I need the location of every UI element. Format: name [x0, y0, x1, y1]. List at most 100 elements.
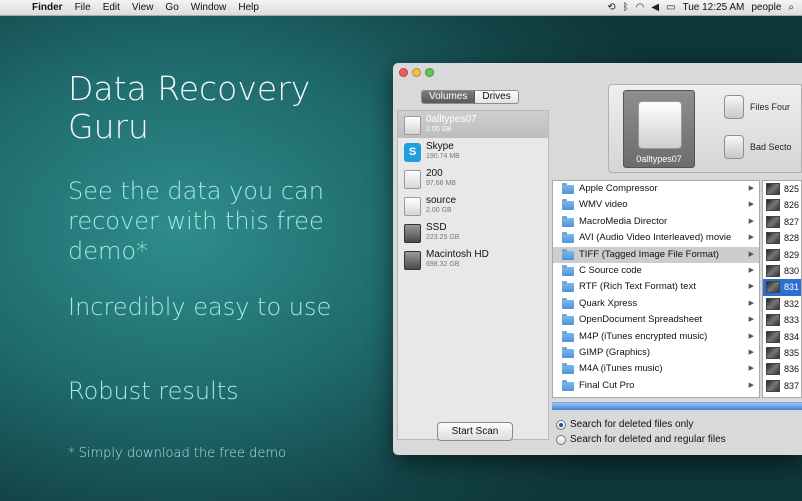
list-item[interactable]: 837 — [763, 378, 801, 394]
folder-icon — [562, 379, 574, 391]
list-item[interactable]: 830 — [763, 263, 801, 279]
zoom-button[interactable] — [425, 68, 434, 77]
list-item[interactable]: 833 — [763, 312, 801, 328]
files-found-stat: Files Four — [724, 95, 790, 119]
file-type-label: AVI (Audio Video Interleaved) movie — [579, 232, 732, 244]
option-deleted-only[interactable]: Search for deleted files only — [556, 417, 726, 432]
list-item[interactable]: MacroMedia Director ▶ — [553, 214, 759, 230]
menu-window[interactable]: Window — [185, 2, 233, 13]
bad-sectors-label: Bad Secto — [750, 142, 792, 152]
volume-size: 190.74 MB — [426, 153, 460, 160]
volume-size: 97.66 MB — [426, 180, 456, 187]
list-item[interactable]: 827 — [763, 214, 801, 230]
radio-button[interactable] — [556, 419, 566, 430]
bad-sectors-stat: Bad Secto — [724, 135, 792, 159]
list-item[interactable]: RTF (Rich Text Format) text ▶ — [553, 279, 759, 295]
menu-view[interactable]: View — [126, 2, 160, 13]
close-button[interactable] — [399, 68, 408, 77]
menu-help[interactable]: Help — [232, 2, 265, 13]
volume-item[interactable]: Macintosh HD 698.32 GB — [398, 246, 548, 273]
status-area: ⟲ ᛒ ◠ ◀ ▭ Tue 12:25 AM people ⌕ — [607, 2, 802, 13]
hard-disk-icon — [404, 197, 421, 216]
chevron-right-icon: ▶ — [748, 316, 754, 324]
time-machine-icon[interactable]: ⟲ — [607, 2, 615, 13]
volume-item[interactable]: 200 97.66 MB — [398, 165, 548, 192]
chevron-right-icon: ▶ — [748, 250, 754, 258]
file-number: 830 — [784, 265, 800, 276]
promo-title: Data Recovery Guru — [68, 69, 311, 146]
image-thumbnail — [766, 232, 780, 245]
tab-drives[interactable]: Drives — [475, 91, 518, 103]
list-item[interactable]: GIMP (Graphics) ▶ — [553, 345, 759, 361]
source-tabs: Volumes Drives — [421, 90, 519, 104]
file-type-label: M4P (iTunes encrypted music) — [579, 330, 708, 342]
file-type-label: RTF (Rich Text Format) text — [579, 281, 696, 293]
chevron-right-icon: ▶ — [748, 348, 754, 356]
start-scan-button[interactable]: Start Scan — [437, 422, 513, 441]
list-item[interactable]: 832 — [763, 296, 801, 312]
volume-name: Macintosh HD — [426, 249, 489, 260]
image-thumbnail — [766, 281, 780, 294]
image-thumbnail — [766, 379, 780, 392]
list-item[interactable]: C Source code ▶ — [553, 263, 759, 279]
chevron-right-icon: ▶ — [748, 283, 754, 291]
list-item[interactable]: 825 — [763, 181, 801, 197]
folder-icon — [562, 297, 574, 309]
folder-icon — [562, 183, 574, 194]
file-number: 833 — [784, 315, 800, 326]
selected-drive[interactable]: 0alltypes07 — [623, 90, 695, 168]
list-item[interactable]: Apple Compressor ▶ — [553, 181, 759, 197]
menu-file[interactable]: File — [69, 2, 97, 13]
clock[interactable]: Tue 12:25 AM — [682, 2, 744, 13]
menu-go[interactable]: Go — [159, 2, 184, 13]
spotlight-search-icon[interactable]: ⌕ — [788, 2, 794, 13]
list-item[interactable]: 826 — [763, 197, 801, 213]
volume-size: 698.32 GB — [426, 261, 460, 268]
menu-app-finder[interactable]: Finder — [26, 2, 69, 13]
menu-edit[interactable]: Edit — [97, 2, 126, 13]
list-item[interactable]: 829 — [763, 247, 801, 263]
list-item[interactable]: Quark Xpress ▶ — [553, 296, 759, 312]
list-item[interactable]: 836 — [763, 361, 801, 377]
file-number: 827 — [784, 216, 800, 227]
file-type-label: Final Cut Pro — [579, 379, 635, 391]
list-item[interactable]: Final Cut Pro ▶ — [553, 378, 759, 394]
file-type-label: WMV video — [579, 199, 628, 211]
battery-icon[interactable]: ▭ — [666, 2, 675, 13]
bluetooth-icon[interactable]: ᛒ — [623, 2, 629, 13]
search-options: Search for deleted files only Search for… — [556, 417, 726, 447]
file-type-label: Apple Compressor — [579, 183, 658, 194]
list-item[interactable]: AVI (Audio Video Interleaved) movie ▶ — [553, 230, 759, 246]
file-type-list: Apple Compressor ▶ WMV video ▶ MacroMedia … — [552, 180, 760, 398]
list-item[interactable]: OpenDocument Spreadsheet ▶ — [553, 312, 759, 328]
list-item[interactable]: TIFF (Tagged Image File Format) ▶ — [553, 246, 759, 263]
volume-icon[interactable]: ◀ — [651, 2, 659, 13]
user-menu[interactable]: people — [751, 2, 781, 13]
file-number: 828 — [784, 233, 800, 244]
image-thumbnail — [766, 363, 780, 376]
option-deleted-and-regular[interactable]: Search for deleted and regular files — [556, 432, 726, 447]
tab-volumes[interactable]: Volumes — [422, 91, 476, 103]
image-thumbnail — [766, 183, 780, 195]
volume-item[interactable]: 0alltypes07 2.00 GB — [398, 111, 548, 138]
wifi-icon[interactable]: ◠ — [636, 2, 645, 13]
chevron-right-icon: ▶ — [748, 201, 754, 209]
file-type-label: M4A (iTunes music) — [579, 363, 663, 375]
volume-item[interactable]: SSD 223.25 GB — [398, 219, 548, 246]
list-item[interactable]: 828 — [763, 230, 801, 246]
list-item[interactable]: 834 — [763, 329, 801, 345]
list-item[interactable]: M4A (iTunes music) ▶ — [553, 361, 759, 377]
radio-button[interactable] — [556, 434, 566, 445]
list-item[interactable]: M4P (iTunes encrypted music) ▶ — [553, 329, 759, 345]
list-item[interactable]: 831 — [763, 279, 801, 296]
promo-subtitle-easy: Incredibly easy to use — [68, 293, 332, 321]
minimize-button[interactable] — [412, 68, 421, 77]
folder-icon — [562, 363, 574, 375]
volume-size: 2.00 GB — [426, 207, 452, 214]
list-item[interactable]: 835 — [763, 345, 801, 361]
list-item[interactable]: WMV video ▶ — [553, 197, 759, 213]
volume-item[interactable]: source 2.00 GB — [398, 192, 548, 219]
volume-item[interactable]: S Skype 190.74 MB — [398, 138, 548, 165]
file-number: 832 — [784, 298, 800, 309]
scan-progress-bar — [552, 402, 802, 410]
